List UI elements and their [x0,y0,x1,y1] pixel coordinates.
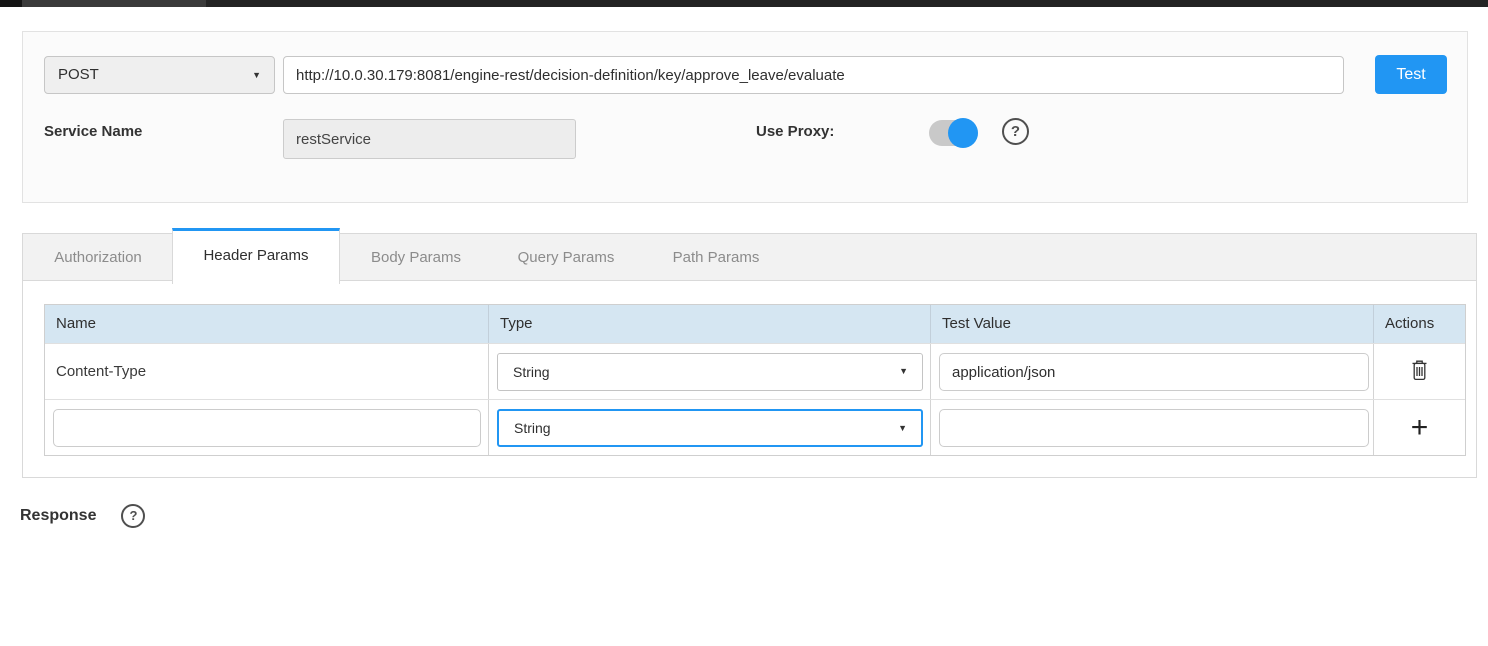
use-proxy-toggle[interactable] [929,120,978,146]
table-row: Content-Type String ▼ [45,343,1465,399]
service-name-input[interactable] [283,119,576,159]
params-card: Authorization Body Params Query Params P… [22,233,1477,478]
column-header-actions: Actions [1373,305,1465,343]
http-method-value: POST [58,66,99,83]
service-name-label: Service Name [44,123,142,140]
tab-authorization[interactable]: Authorization [23,234,173,280]
param-name-value: Content-Type [56,363,146,380]
tab-body-params[interactable]: Body Params [341,234,491,280]
response-help-icon[interactable]: ? [121,504,145,528]
chevron-down-icon: ▼ [899,354,908,388]
column-header-test-value: Test Value [930,305,1373,343]
tab-query-params[interactable]: Query Params [491,234,641,280]
new-param-type-select[interactable]: String ▼ [497,409,923,447]
plus-icon: + [1411,413,1429,443]
params-table: Name Type Test Value Actions Content-Typ… [44,304,1466,456]
use-proxy-label: Use Proxy: [756,123,834,140]
new-param-name-input[interactable] [53,409,481,447]
chevron-down-icon: ▼ [898,411,907,445]
response-label: Response [20,507,96,525]
trash-icon [1411,360,1428,384]
response-section: Response ? [20,504,145,528]
add-row-button[interactable]: + [1400,408,1440,448]
test-button[interactable]: Test [1375,55,1447,94]
new-param-type-value: String [514,420,551,436]
column-header-name: Name [45,305,488,343]
tab-header-params[interactable]: Header Params [172,228,340,284]
param-type-value: String [513,364,550,380]
top-bar-corner [0,0,22,7]
url-input[interactable] [283,56,1344,94]
header-params-content: Name Type Test Value Actions Content-Typ… [23,281,1476,456]
http-method-select[interactable]: POST ▼ [44,56,275,94]
params-table-header-row: Name Type Test Value Actions [45,305,1465,343]
use-proxy-help-icon[interactable]: ? [1002,118,1029,145]
use-proxy-toggle-thumb [948,118,978,148]
tab-path-params[interactable]: Path Params [641,234,791,280]
tab-strip: Authorization Body Params Query Params P… [23,234,1476,281]
param-test-value-input[interactable] [939,353,1369,391]
column-header-type: Type [488,305,930,343]
table-row: String ▼ + [45,399,1465,455]
chevron-down-icon: ▼ [252,57,261,93]
top-bar-tab-segment [22,0,206,7]
param-type-select[interactable]: String ▼ [497,353,923,391]
request-panel: POST ▼ Test Service Name Use Proxy: ? [22,31,1468,203]
new-param-test-value-input[interactable] [939,409,1369,447]
top-bar [0,0,1488,7]
delete-row-button[interactable] [1400,352,1440,392]
